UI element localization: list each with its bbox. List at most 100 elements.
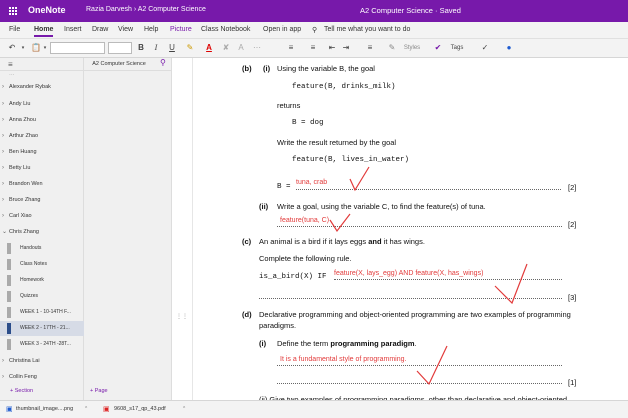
section-item[interactable]: › Bruce Zhang bbox=[0, 193, 84, 208]
tab-draw[interactable]: Draw bbox=[92, 26, 108, 33]
sections-panel: ≡ ··· › Alexander Rybak › Andy Liu › Anna Z… bbox=[0, 58, 84, 400]
tags-dropdown[interactable]: Tags bbox=[446, 42, 468, 54]
add-page-button[interactable]: + Page bbox=[90, 384, 108, 398]
italic-button[interactable]: I bbox=[151, 42, 161, 54]
section-color-tab bbox=[7, 259, 11, 270]
tab-help[interactable]: Help bbox=[144, 26, 158, 33]
section-item-clipped[interactable]: ··· bbox=[0, 71, 84, 79]
indent-icon[interactable]: ⇥ bbox=[340, 42, 352, 54]
download-item[interactable]: thumbnail_image....png bbox=[16, 406, 73, 412]
subsection-label: WEEK 3 - 24TH -28T... bbox=[20, 341, 71, 347]
download-item[interactable]: 9608_s17_qp_43.pdf bbox=[114, 406, 166, 412]
eraser-icon[interactable]: ✘ bbox=[220, 42, 232, 54]
breadcrumb[interactable]: Razia Darvesh › A2 Computer Science bbox=[86, 6, 206, 13]
chevron-right-icon: › bbox=[2, 101, 4, 107]
section-label: Collin Feng bbox=[9, 374, 37, 380]
section-color-tab bbox=[7, 323, 11, 334]
subsection-item[interactable]: Class Notes bbox=[0, 257, 84, 272]
tell-me-box[interactable]: Tell me what you want to do bbox=[324, 26, 410, 33]
clipboard-dropdown-icon[interactable]: ▾ bbox=[42, 42, 48, 54]
undo-dropdown-icon[interactable]: ▾ bbox=[19, 42, 27, 54]
search-icon[interactable]: ⚲ bbox=[160, 58, 166, 67]
section-item-expanded[interactable]: ⌄ Chris Zhang bbox=[0, 225, 84, 240]
paint-icon[interactable]: ✎ bbox=[386, 42, 398, 54]
chevron-right-icon: › bbox=[2, 181, 4, 187]
highlight-icon[interactable]: ✎ bbox=[184, 42, 196, 54]
subsection-item[interactable]: Handouts bbox=[0, 241, 84, 256]
bold-button[interactable]: B bbox=[136, 42, 146, 54]
tab-view[interactable]: View bbox=[118, 26, 133, 33]
section-item[interactable]: › Betty Liu bbox=[0, 161, 84, 176]
bullets-icon[interactable]: ≡ bbox=[282, 42, 300, 54]
section-item[interactable]: › Ben Huang bbox=[0, 145, 84, 160]
underline-button[interactable]: U bbox=[167, 42, 177, 54]
tick-mark-icon bbox=[494, 263, 528, 305]
chevron-up-icon[interactable]: ⌃ bbox=[182, 406, 186, 412]
page-canvas[interactable]: ⋮⋮ (b) (i) Using the variable B, the goa… bbox=[172, 58, 628, 400]
add-section-button[interactable]: + Section bbox=[10, 384, 33, 398]
ribbon-toolbar: ↶ ▾ 📋 ▾ B I U ✎ A ✘ A ⋯ ≡ ≡ ⇤ ⇥ ≡ ✎ Styl… bbox=[0, 39, 628, 58]
chevron-down-icon: ⌄ bbox=[2, 229, 8, 235]
dictate-icon[interactable]: ● bbox=[502, 42, 516, 54]
tick-mark-icon bbox=[416, 345, 448, 386]
tick-mark-icon bbox=[329, 213, 351, 233]
subsection-item[interactable]: WEEK 3 - 24TH -28T... bbox=[0, 337, 84, 352]
app-name[interactable]: OneNote bbox=[28, 5, 66, 15]
subsection-item[interactable]: WEEK 1 - 10-14TH F... bbox=[0, 305, 84, 320]
section-label: Arthur Zhao bbox=[9, 133, 39, 139]
clipboard-icon[interactable]: 📋 bbox=[30, 42, 42, 54]
ribbon-tabs: File Home Insert Draw View Help Picture … bbox=[0, 22, 628, 39]
tab-open-in-app[interactable]: Open in app bbox=[263, 26, 301, 33]
hamburger-icon[interactable]: ≡ bbox=[8, 60, 13, 69]
ink-annotations bbox=[329, 166, 528, 386]
subsection-label: Homework bbox=[20, 277, 44, 283]
tab-class-notebook[interactable]: Class Notebook bbox=[201, 26, 250, 33]
section-item[interactable]: › Carl Xiao bbox=[0, 209, 84, 224]
section-item[interactable]: › Andy Liu bbox=[0, 97, 84, 112]
outdent-icon[interactable]: ⇤ bbox=[326, 42, 338, 54]
more-icon[interactable]: ⋯ bbox=[252, 42, 262, 54]
spelling-icon[interactable]: ✓ bbox=[478, 42, 492, 54]
tick-mark-icon bbox=[349, 166, 370, 192]
chevron-right-icon: › bbox=[2, 149, 4, 155]
section-item[interactable]: › Alexander Rybak bbox=[0, 80, 84, 95]
subsection-label: WEEK 2 - 17TH - 21... bbox=[20, 325, 70, 331]
section-item[interactable]: › Collin Feng bbox=[0, 370, 84, 385]
section-label: Brandon Wen bbox=[9, 181, 43, 187]
subsection-item-selected[interactable]: WEEK 2 - 17TH - 21... bbox=[0, 321, 84, 336]
pdf-file-icon: ▣ bbox=[103, 406, 110, 413]
font-family-dropdown[interactable] bbox=[50, 42, 105, 54]
section-item[interactable]: › Christina Lai bbox=[0, 354, 84, 369]
font-size-dropdown[interactable] bbox=[108, 42, 132, 54]
clear-format-icon[interactable]: A bbox=[235, 42, 247, 54]
document-title: A2 Computer Science · Saved bbox=[360, 6, 461, 15]
subsection-item[interactable]: Quizzes bbox=[0, 289, 84, 304]
section-item[interactable]: › Brandon Wen bbox=[0, 177, 84, 192]
chevron-right-icon: › bbox=[2, 165, 4, 171]
chevron-right-icon: › bbox=[2, 84, 4, 90]
chevron-right-icon: › bbox=[2, 213, 4, 219]
tab-insert[interactable]: Insert bbox=[64, 26, 82, 33]
section-item[interactable]: › Arthur Zhao bbox=[0, 129, 84, 144]
styles-dropdown[interactable]: Styles bbox=[400, 42, 424, 54]
chevron-right-icon: › bbox=[2, 374, 4, 380]
section-item[interactable]: › Anna Zhou bbox=[0, 113, 84, 128]
undo-icon[interactable]: ↶ bbox=[6, 42, 18, 54]
section-label: Anna Zhou bbox=[9, 117, 36, 123]
font-color-icon[interactable]: A bbox=[203, 42, 215, 54]
section-label: Andy Liu bbox=[9, 101, 31, 107]
numbering-icon[interactable]: ≡ bbox=[304, 42, 322, 54]
section-label: Christina Lai bbox=[9, 358, 40, 364]
tab-picture[interactable]: Picture bbox=[170, 26, 192, 33]
app-launcher-icon[interactable] bbox=[8, 6, 17, 15]
subsection-label: Handouts bbox=[20, 245, 42, 251]
tab-file[interactable]: File bbox=[9, 26, 20, 33]
tag-icon[interactable]: ✔ bbox=[432, 42, 444, 54]
chevron-up-icon[interactable]: ⌃ bbox=[84, 406, 88, 412]
downloads-bar: ▣ thumbnail_image....png ⌃ ▣ 9608_s17_qp… bbox=[0, 400, 628, 418]
tab-home[interactable]: Home bbox=[34, 26, 54, 37]
section-label: Bruce Zhang bbox=[9, 197, 41, 203]
subsection-item[interactable]: Homework bbox=[0, 273, 84, 288]
align-icon[interactable]: ≡ bbox=[362, 42, 378, 54]
lightbulb-icon: ⚲ bbox=[312, 27, 318, 34]
